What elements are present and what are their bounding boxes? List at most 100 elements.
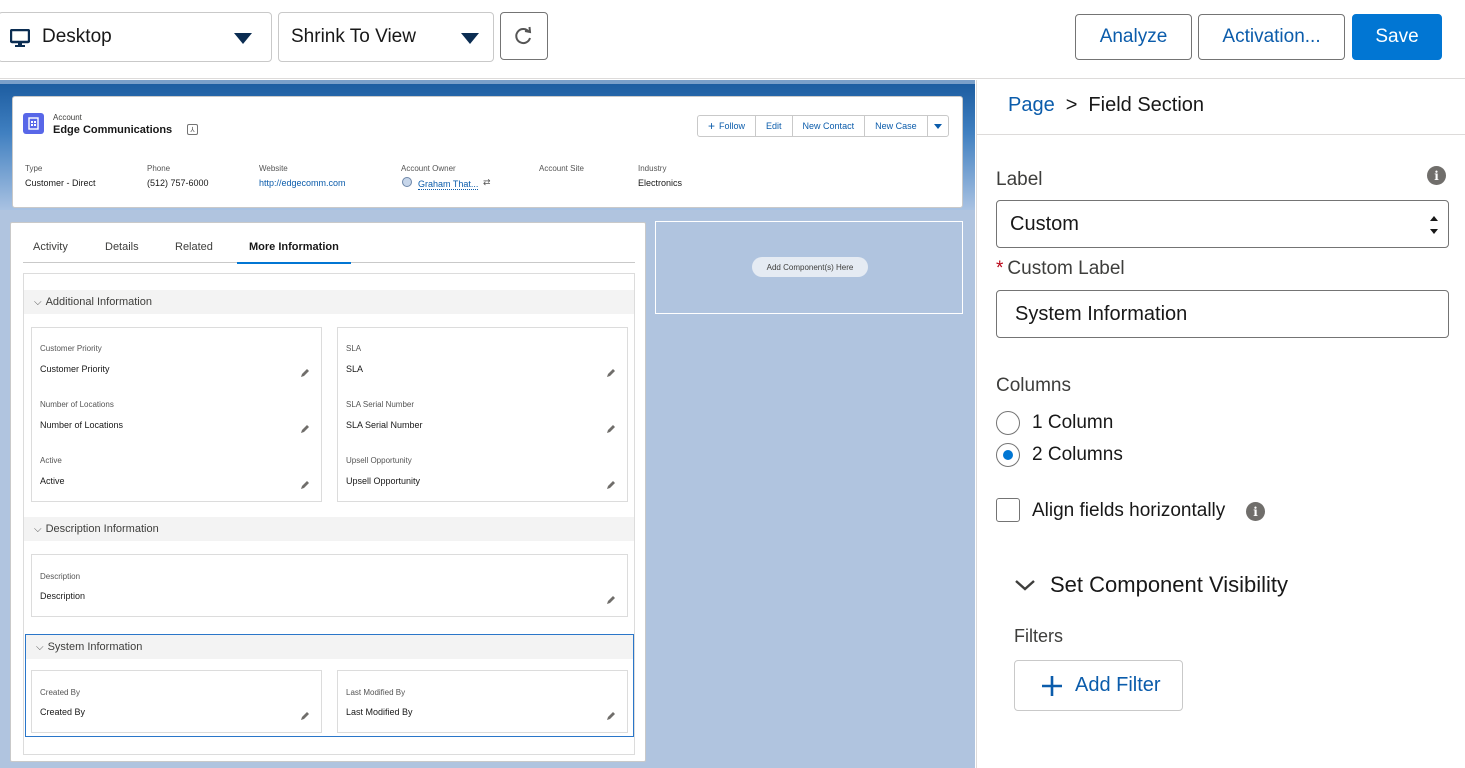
field-label-website: Website xyxy=(259,164,288,173)
chevron-down-icon: ⌵ xyxy=(36,641,44,653)
field-value-industry: Electronics xyxy=(638,178,683,188)
plus-icon xyxy=(1042,675,1062,696)
add-component-button[interactable]: Add Component(s) Here xyxy=(752,257,868,277)
radio-label-2-columns[interactable]: 2 Columns xyxy=(1032,444,1123,466)
pencil-icon[interactable] xyxy=(300,711,310,721)
add-filter-button[interactable]: Add Filter xyxy=(1014,660,1183,711)
filters-title: Filters xyxy=(1014,626,1063,646)
change-owner-icon[interactable]: ⇄ xyxy=(483,177,491,188)
radio-2-columns[interactable] xyxy=(996,443,1020,467)
label-select-value: Custom xyxy=(1010,212,1079,235)
custom-label-title-text: Custom Label xyxy=(1007,258,1125,279)
field-label: Upsell Opportunity xyxy=(346,456,412,465)
chevron-down-icon: ⌵ xyxy=(34,296,42,308)
object-label: Account xyxy=(53,113,82,122)
custom-label-title: * Custom Label xyxy=(996,258,1125,280)
section-header-additional[interactable]: ⌵ Additional Information xyxy=(24,290,634,314)
field-label: Number of Locations xyxy=(40,400,114,409)
field-label: Customer Priority xyxy=(40,344,102,353)
field-value: SLA Serial Number xyxy=(346,420,423,430)
field-label-phone: Phone xyxy=(147,164,171,173)
activation-button[interactable]: Activation... xyxy=(1198,14,1345,60)
field-label: Last Modified By xyxy=(346,688,406,697)
record-name: Edge Communications xyxy=(53,124,173,136)
visibility-section-toggle[interactable]: Set Component Visibility xyxy=(1014,572,1288,598)
follow-button[interactable]: + Follow xyxy=(698,116,757,136)
canvas-top-border xyxy=(0,80,975,84)
sidebar-drop-zone[interactable]: Add Component(s) Here xyxy=(655,221,963,314)
tab-activity[interactable]: Activity xyxy=(33,241,68,253)
align-fields-label[interactable]: Align fields horizontally xyxy=(1032,500,1225,522)
analyze-button[interactable]: Analyze xyxy=(1075,14,1192,60)
tab-more-information[interactable]: More Information xyxy=(249,241,339,253)
field-column-left[interactable]: Created By Created By xyxy=(31,670,322,733)
breadcrumb-page-link[interactable]: Page xyxy=(1008,94,1055,116)
follow-label: Follow xyxy=(719,121,746,131)
radio-1-column[interactable] xyxy=(996,411,1020,435)
save-button[interactable]: Save xyxy=(1352,14,1442,60)
refresh-button[interactable] xyxy=(500,12,548,60)
zoom-select[interactable]: Shrink To View xyxy=(278,12,494,62)
pencil-icon[interactable] xyxy=(606,424,616,434)
field-value-type: Customer - Direct xyxy=(25,178,96,188)
more-actions-button[interactable] xyxy=(928,116,948,136)
pencil-icon[interactable] xyxy=(606,480,616,490)
divider xyxy=(977,134,1465,135)
field-label: Description xyxy=(40,572,81,581)
new-case-button[interactable]: New Case xyxy=(865,116,928,136)
pencil-icon[interactable] xyxy=(300,424,310,434)
refresh-icon xyxy=(515,26,532,45)
pencil-icon[interactable] xyxy=(606,711,616,721)
pencil-icon[interactable] xyxy=(606,368,616,378)
info-icon[interactable]: i xyxy=(1246,502,1265,521)
record-tabs-component[interactable]: Activity Details Related More Informatio… xyxy=(10,222,646,762)
new-contact-button[interactable]: New Contact xyxy=(793,116,866,136)
section-title: Description Information xyxy=(45,523,159,535)
radio-label-1-column[interactable]: 1 Column xyxy=(1032,412,1113,434)
chevron-down-icon xyxy=(1015,580,1035,591)
desktop-icon xyxy=(10,29,30,47)
pencil-icon[interactable] xyxy=(606,595,616,605)
edit-button[interactable]: Edit xyxy=(756,116,793,136)
field-column-right[interactable]: Last Modified By Last Modified By xyxy=(337,670,628,733)
field-label: Active xyxy=(40,456,62,465)
section-header-system[interactable]: ⌵ System Information xyxy=(26,635,633,659)
zoom-select-value: Shrink To View xyxy=(291,26,416,47)
field-column-left[interactable]: Customer Priority Customer Priority Numb… xyxy=(31,327,322,502)
info-icon[interactable]: i xyxy=(1427,166,1446,185)
custom-label-input[interactable]: System Information xyxy=(996,290,1449,338)
website-link[interactable]: http://edgecomm.com xyxy=(259,178,346,188)
select-arrows-icon xyxy=(1430,216,1438,234)
field-value: Created By xyxy=(40,707,86,717)
page-canvas: Account Edge Communications ⅄ + Follow Ed… xyxy=(0,80,975,768)
section-header-description[interactable]: ⌵ Description Information xyxy=(24,517,634,541)
tab-body: ⌵ Additional Information Customer Priori… xyxy=(23,273,635,755)
field-label: SLA xyxy=(346,344,362,353)
owner-avatar xyxy=(402,177,412,187)
field-label-account-site: Account Site xyxy=(539,164,584,173)
hierarchy-icon[interactable]: ⅄ xyxy=(187,124,198,135)
field-label-owner: Account Owner xyxy=(401,164,456,173)
field-label: Created By xyxy=(40,688,81,697)
chevron-down-icon: ⌵ xyxy=(34,523,42,535)
device-select[interactable]: Desktop xyxy=(0,12,272,62)
breadcrumb: Page > Field Section xyxy=(1008,94,1204,117)
pencil-icon[interactable] xyxy=(300,368,310,378)
builder-toolbar: Desktop Shrink To View Analyze Activatio… xyxy=(0,0,1465,79)
active-tab-indicator xyxy=(237,262,351,264)
field-value: Number of Locations xyxy=(40,420,124,430)
owner-link[interactable]: Graham That... xyxy=(418,179,479,190)
record-highlights-panel[interactable]: Account Edge Communications ⅄ + Follow Ed… xyxy=(12,96,963,208)
field-column-right[interactable]: SLA SLA SLA Serial Number SLA Serial Num… xyxy=(337,327,628,502)
pencil-icon[interactable] xyxy=(300,480,310,490)
field-label-industry: Industry xyxy=(638,164,667,173)
field-value: Last Modified By xyxy=(346,707,413,717)
tab-related[interactable]: Related xyxy=(175,241,213,253)
field-value: Upsell Opportunity xyxy=(346,476,421,486)
align-fields-checkbox[interactable] xyxy=(996,498,1020,522)
label-select[interactable]: Custom xyxy=(996,200,1449,248)
tab-details[interactable]: Details xyxy=(105,241,139,253)
account-icon xyxy=(23,113,44,134)
field-value: Description xyxy=(40,591,86,601)
field-column-full[interactable]: Description Description xyxy=(31,554,628,617)
